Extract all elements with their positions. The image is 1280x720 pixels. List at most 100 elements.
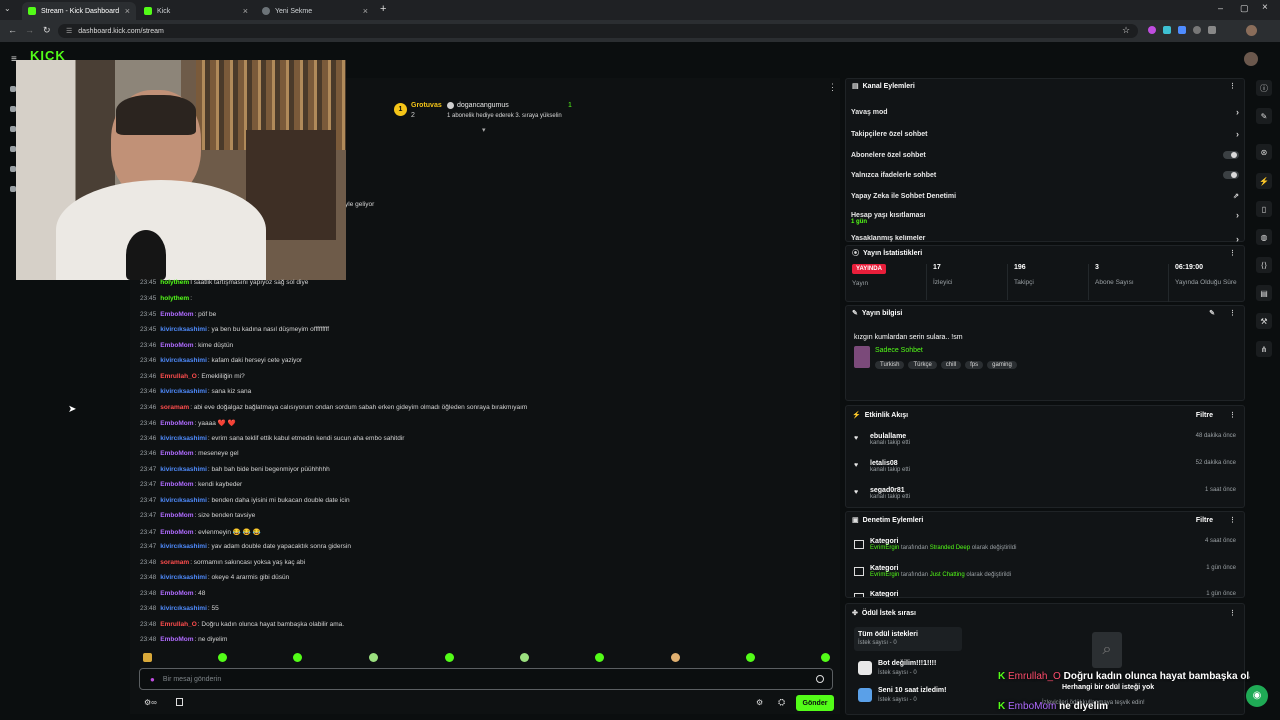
tab-stream-dashboard[interactable]: Stream - Kick Dashboard ×	[22, 2, 136, 20]
category-name[interactable]: Sadece Sohbet	[875, 347, 923, 354]
emote-only-toggle[interactable]	[1223, 171, 1239, 179]
tag-pill[interactable]: Turkish	[875, 361, 905, 369]
chat-username[interactable]: soramam	[160, 404, 189, 411]
emote-icon[interactable]	[143, 653, 152, 662]
moderator-name[interactable]: EvrimErgin	[870, 572, 899, 578]
ai-moderation-row[interactable]: Yapay Zeka ile Sohbet Denetimi ⇗	[851, 192, 1239, 201]
close-tab-icon[interactable]: ×	[125, 6, 130, 16]
chat-username[interactable]: EmboMom	[160, 342, 193, 349]
banned-words-row[interactable]: Yasaklanmış kelimeler ›	[851, 235, 1239, 242]
gifter2-name[interactable]: dogancangumus	[457, 102, 509, 109]
tag-pill[interactable]: gaming	[987, 361, 1017, 369]
chat-username[interactable]: holythem	[160, 295, 189, 302]
collapse-pinned-icon[interactable]: ▾	[482, 126, 486, 134]
site-info-icon[interactable]: ☰	[66, 27, 72, 35]
address-bar[interactable]: ☰ dashboard.kick.com/stream	[58, 24, 1138, 38]
chat-tools-icon[interactable]: ⚙∞	[144, 698, 157, 707]
chat-username[interactable]: EmboMom	[160, 529, 193, 536]
tag-pill[interactable]: Türkçe	[908, 361, 937, 369]
chat-username[interactable]: EmboMom	[160, 636, 193, 643]
close-tab-icon[interactable]: ×	[363, 6, 368, 16]
chat-username[interactable]: EmboMom	[160, 311, 193, 318]
wrench-icon[interactable]: ⚒	[1256, 313, 1272, 329]
bookmark-star-icon[interactable]: ☆	[1122, 25, 1130, 36]
chat-input[interactable]: ● Bir mesaj gönderin	[139, 668, 833, 690]
info-icon[interactable]: ⓘ	[1256, 80, 1272, 96]
chat-username[interactable]: kivircıksashimi	[160, 497, 207, 504]
tag-pill[interactable]: fps	[965, 361, 984, 369]
new-tab-icon[interactable]: +	[380, 3, 386, 15]
emoji-picker-icon[interactable]	[816, 675, 824, 683]
tag-pill[interactable]: chill	[940, 361, 962, 369]
calendar-icon[interactable]	[176, 698, 183, 706]
emote-icon[interactable]	[746, 653, 755, 662]
chat-fab-icon[interactable]: ◉	[1246, 685, 1268, 707]
tab-kick[interactable]: Kick ×	[138, 2, 254, 20]
reward-item[interactable]: Bot değilim!!!1!!!! İstek sayısı - 0	[858, 659, 968, 681]
panel-options-icon[interactable]: ⋮	[1229, 411, 1236, 419]
emote-icon[interactable]	[369, 653, 378, 662]
gifter-name[interactable]: Grotuvas	[411, 102, 442, 109]
panel-options-icon[interactable]: ⋮	[1229, 516, 1236, 524]
account-age-row[interactable]: Hesap yaşı kısıtlaması ›	[851, 210, 1239, 220]
user-avatar[interactable]	[1244, 52, 1258, 66]
emote-icon[interactable]	[671, 653, 680, 662]
chat-username[interactable]: kivircıksashimi	[160, 605, 207, 612]
reward-item[interactable]: Seni 10 saat izledim! İstek sayısı - 0	[858, 686, 968, 708]
category-value[interactable]: Just Chatting	[930, 572, 965, 578]
category-value[interactable]: Stranded Deep	[930, 545, 970, 551]
chat-username[interactable]: Emrullah_O	[160, 621, 196, 628]
activity-user[interactable]: segad0r81	[870, 487, 1236, 494]
chat-options-icon[interactable]: ⋮	[828, 82, 837, 93]
chat-username[interactable]: EmboMom	[160, 450, 193, 457]
chat-bubble-icon[interactable]: ◍	[1256, 229, 1272, 245]
chat-username[interactable]: EmboMom	[160, 590, 193, 597]
chat-username[interactable]: EmboMom	[160, 481, 193, 488]
emote-icon[interactable]	[595, 653, 604, 662]
chat-settings-icon[interactable]: ⚙	[756, 698, 763, 707]
filter-button[interactable]: Filtre	[1196, 517, 1213, 524]
activity-user[interactable]: letalis08	[870, 460, 1236, 467]
extensions-icon[interactable]	[1148, 26, 1218, 36]
edit-icon[interactable]: ✎	[1256, 108, 1272, 124]
chat-username[interactable]: kivircıksashimi	[160, 574, 207, 581]
slow-mode-row[interactable]: Yavaş mod ›	[851, 107, 1239, 117]
close-window-icon[interactable]: ×	[1262, 2, 1268, 13]
bug-icon[interactable]: ⊛	[1256, 144, 1272, 160]
emote-icon[interactable]	[821, 653, 830, 662]
chat-username[interactable]: soramam	[160, 559, 189, 566]
reload-icon[interactable]: ↻	[43, 25, 51, 36]
code-icon[interactable]: ⟨⟩	[1256, 257, 1272, 273]
panel-options-icon[interactable]: ⋮	[1229, 82, 1236, 90]
tab-new[interactable]: Yeni Sekme ×	[256, 2, 374, 20]
chat-username[interactable]: kivircıksashimi	[160, 435, 207, 442]
maximize-icon[interactable]: ▢	[1240, 3, 1249, 14]
chat-username[interactable]: holythem	[160, 279, 189, 286]
activity-user[interactable]: ebulallame	[870, 433, 1236, 440]
emote-icon[interactable]	[218, 653, 227, 662]
clipboard-icon[interactable]: ▯	[1256, 201, 1272, 217]
chat-username[interactable]: kivircıksashimi	[160, 357, 207, 364]
subscribers-only-toggle[interactable]	[1223, 151, 1239, 159]
chat-username[interactable]: kivircıksashimi	[160, 326, 207, 333]
chat-username[interactable]: kivircıksashimi	[160, 388, 207, 395]
bolt-icon[interactable]: ⚡	[1256, 173, 1272, 189]
emote-icon[interactable]	[445, 653, 454, 662]
moderator-name[interactable]: EvrimErgin	[870, 545, 899, 551]
chat-username[interactable]: EmboMom	[160, 420, 193, 427]
panel-options-icon[interactable]: ⋮	[1229, 309, 1236, 317]
chat-username[interactable]: kivircıksashimi	[160, 466, 207, 473]
emote-icon[interactable]	[293, 653, 302, 662]
layout-icon[interactable]: ▤	[1256, 285, 1272, 301]
back-icon[interactable]: ←	[8, 25, 17, 35]
forward-icon[interactable]: →	[25, 25, 34, 35]
panel-options-icon[interactable]: ⋮	[1229, 249, 1236, 257]
microphone-icon[interactable]: ●	[150, 675, 155, 684]
minimize-icon[interactable]: –	[1218, 3, 1223, 13]
edit-icon[interactable]: ✎	[1209, 309, 1215, 317]
chat-username[interactable]: Emrullah_O	[160, 373, 196, 380]
profile-avatar[interactable]	[1246, 25, 1257, 36]
tab-list-icon[interactable]: ⌄	[4, 4, 16, 16]
rewards-icon[interactable]: ⛭	[778, 697, 785, 708]
close-tab-icon[interactable]: ×	[243, 6, 248, 16]
